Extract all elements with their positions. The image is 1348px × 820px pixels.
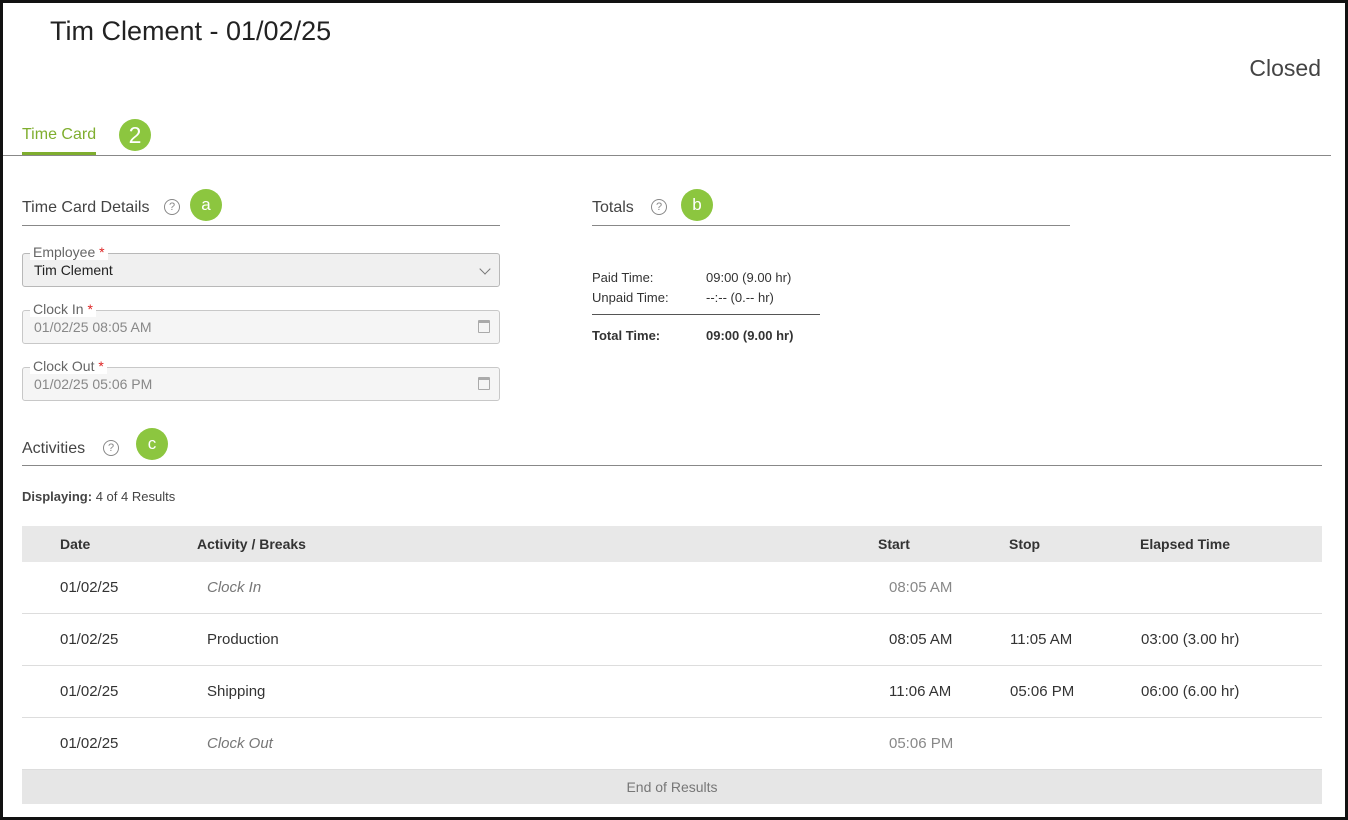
- clock-in-field[interactable]: Clock In * 01/02/25 08:05 AM: [22, 301, 500, 344]
- chevron-down-icon: [479, 263, 491, 275]
- cell-elapsed: 03:00 (3.00 hr): [1141, 631, 1240, 648]
- totals-section-title: Totals: [592, 199, 634, 216]
- callout-badge-activities: c: [136, 428, 168, 460]
- details-section-title: Time Card Details: [22, 199, 150, 216]
- results-count: Displaying: 4 of 4 Results: [22, 489, 176, 504]
- cell-start: 11:06 AM: [889, 683, 952, 700]
- cell-activity: Production: [207, 631, 279, 648]
- cell-start: 05:06 PM: [889, 735, 954, 752]
- table-row[interactable]: 01/02/25 Shipping 11:06 AM 05:06 PM 06:0…: [22, 666, 1322, 718]
- unpaid-time-label: Unpaid Time:: [592, 290, 669, 305]
- total-time-value: 09:00 (9.00 hr): [706, 328, 794, 343]
- activities-section-title: Activities: [22, 440, 86, 457]
- question-circle-icon[interactable]: ?: [103, 440, 119, 456]
- clock-out-field[interactable]: Clock Out * 01/02/25 05:06 PM: [22, 358, 500, 401]
- cell-date: 01/02/25: [60, 735, 119, 752]
- paid-time-value: 09:00 (9.00 hr): [706, 270, 792, 285]
- details-divider: [22, 225, 500, 226]
- column-header-activity[interactable]: Activity / Breaks: [197, 536, 306, 552]
- clock-in-value: 01/02/25 08:05 AM: [34, 319, 152, 335]
- page-title: Tim Clement - 01/02/25: [50, 16, 332, 46]
- table-header: Date Activity / Breaks Start Stop Elapse…: [22, 526, 1322, 562]
- activities-table: Date Activity / Breaks Start Stop Elapse…: [22, 526, 1322, 804]
- cell-start: 08:05 AM: [889, 631, 953, 648]
- employee-label: Employee *: [30, 244, 108, 260]
- cell-date: 01/02/25: [60, 579, 119, 596]
- cell-date: 01/02/25: [60, 631, 119, 648]
- cell-activity: Clock In: [207, 579, 262, 596]
- callout-badge-tab: 2: [119, 119, 151, 151]
- cell-stop: 11:05 AM: [1010, 631, 1073, 648]
- table-row[interactable]: 01/02/25 Production 08:05 AM 11:05 AM 03…: [22, 614, 1322, 666]
- callout-badge-totals: b: [681, 189, 713, 221]
- clock-out-value: 01/02/25 05:06 PM: [34, 376, 153, 392]
- cell-stop: 05:06 PM: [1010, 683, 1075, 700]
- total-time-label: Total Time:: [592, 328, 661, 343]
- tabs-divider: [3, 155, 1331, 156]
- column-header-date[interactable]: Date: [60, 536, 90, 552]
- callout-badge-details: a: [190, 189, 222, 221]
- tab-time-card[interactable]: Time Card: [22, 126, 97, 155]
- status-label: Closed: [1249, 55, 1321, 81]
- employee-value: Tim Clement: [34, 262, 113, 278]
- employee-select[interactable]: Employee * Tim Clement: [22, 244, 500, 287]
- question-circle-icon[interactable]: ?: [164, 199, 180, 215]
- calendar-icon[interactable]: [478, 320, 490, 333]
- cell-activity: Clock Out: [207, 735, 273, 752]
- unpaid-time-value: --:-- (0.-- hr): [706, 290, 774, 305]
- cell-start: 08:05 AM: [889, 579, 953, 596]
- table-row[interactable]: 01/02/25 Clock Out 05:06 PM: [22, 718, 1322, 770]
- cell-elapsed: 06:00 (6.00 hr): [1141, 683, 1240, 700]
- table-row[interactable]: 01/02/25 Clock In 08:05 AM: [22, 562, 1322, 614]
- question-circle-icon[interactable]: ?: [651, 199, 667, 215]
- column-header-start[interactable]: Start: [878, 536, 910, 552]
- paid-time-label: Paid Time:: [592, 270, 654, 285]
- totals-divider: [592, 225, 1070, 226]
- calendar-icon[interactable]: [478, 377, 490, 390]
- clock-out-label: Clock Out *: [30, 358, 107, 374]
- column-header-stop[interactable]: Stop: [1009, 536, 1040, 552]
- column-header-elapsed[interactable]: Elapsed Time: [1140, 536, 1230, 552]
- cell-activity: Shipping: [207, 683, 266, 700]
- totals-sum-divider: [592, 314, 820, 315]
- cell-date: 01/02/25: [60, 683, 119, 700]
- activities-divider: [22, 465, 1322, 466]
- clock-in-label: Clock In *: [30, 301, 96, 317]
- table-footer: End of Results: [22, 770, 1322, 804]
